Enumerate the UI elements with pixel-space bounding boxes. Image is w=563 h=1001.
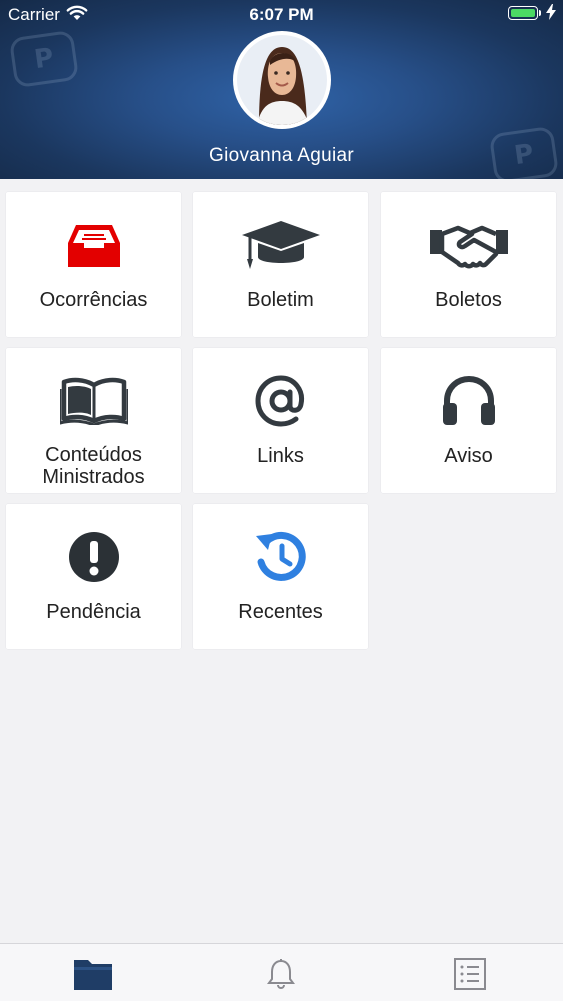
tab-folder[interactable] [73,957,113,991]
profile-name: Giovanna Aguiar [209,145,354,166]
menu-tile-label: Boletos [435,289,502,311]
tab-bar [0,943,563,1001]
menu-tile-boletos[interactable]: Boletos [381,192,556,337]
headphones-icon [381,373,556,429]
inbox-icon [6,217,181,273]
tab-notifications[interactable] [261,957,301,991]
menu-tile-aviso[interactable]: Aviso [381,348,556,493]
bell-icon [267,959,295,989]
menu-tile-label: Boletim [247,289,314,311]
battery-icon [508,6,538,20]
at-sign-icon [193,373,368,429]
menu-tile-pendencia[interactable]: Pendência [6,504,181,649]
menu-tile-label-line1: Conteúdos [45,444,142,466]
list-icon [454,958,486,990]
menu-tile-conteudos-ministrados[interactable]: Conteúdos Ministrados [6,348,181,493]
menu-tile-label-line2: Ministrados [42,466,145,488]
menu-tile-label: Links [257,445,304,467]
menu-tile-ocorrencias[interactable]: Ocorrências [6,192,181,337]
handshake-icon [381,217,556,273]
status-bar: Carrier 6:07 PM [0,0,563,28]
menu-tile-boletim[interactable]: Boletim [193,192,368,337]
open-book-icon [6,373,181,429]
avatar[interactable] [233,31,331,129]
bolt-icon [546,4,556,25]
menu-tile-recentes[interactable]: Recentes [193,504,368,649]
history-icon [193,529,368,585]
tab-list[interactable] [450,957,490,991]
logo-watermark-icon: P [8,29,80,89]
menu-tile-label: Ocorrências [39,289,148,311]
user-photo [237,35,327,125]
exclamation-circle-icon [6,529,181,585]
folder-icon [74,960,112,990]
menu-tile-label: Conteúdos Ministrados [6,444,181,488]
menu-tile-label: Recentes [238,601,323,623]
graduation-cap-icon [193,217,368,273]
clock: 6:07 PM [249,5,314,24]
menu-tile-label: Aviso [444,445,493,467]
menu-tile-links[interactable]: Links [193,348,368,493]
menu-tile-label: Pendência [46,601,141,623]
battery-level [510,8,535,17]
profile-header: P P Carrier 6:07 PM Giovanna Aguiar [0,0,563,179]
